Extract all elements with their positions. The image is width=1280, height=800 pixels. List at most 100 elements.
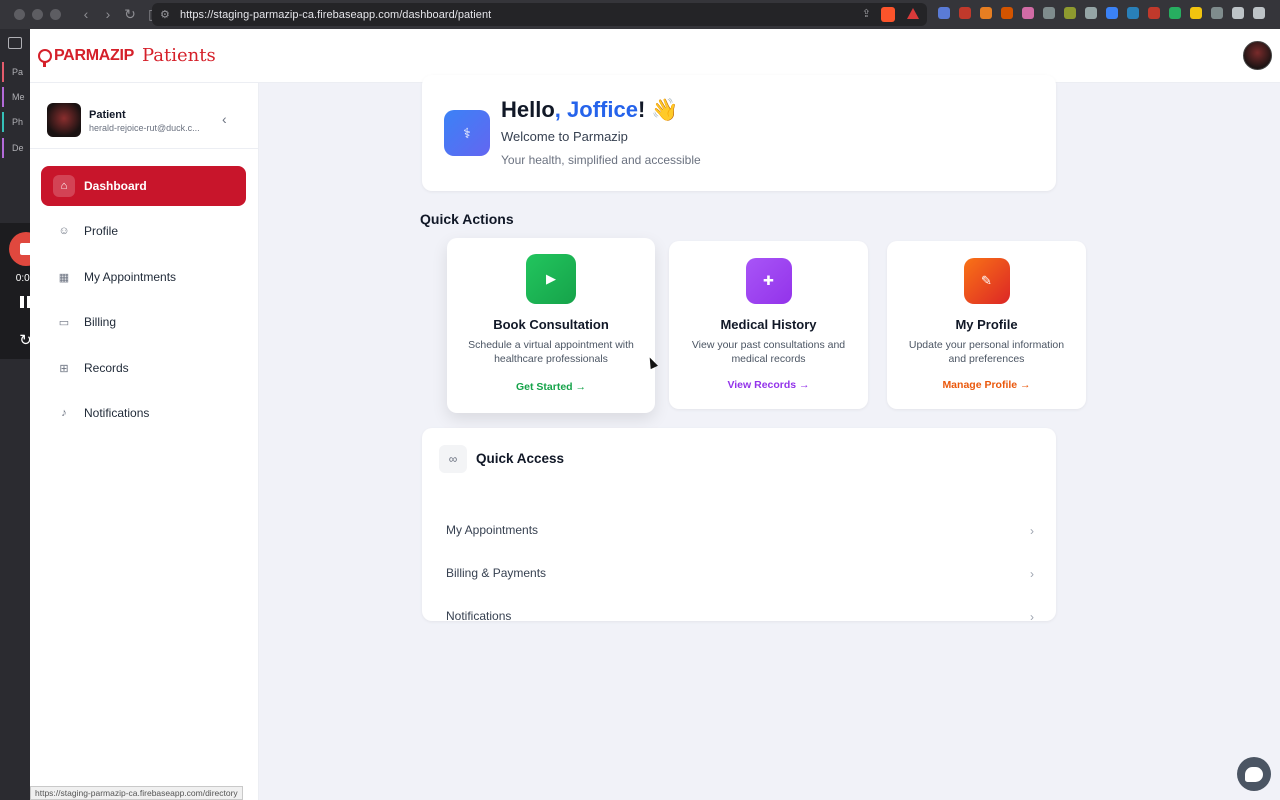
- card-title: Book Consultation: [493, 317, 609, 332]
- stethoscope-icon: [38, 48, 52, 67]
- sidebar-item-appointments[interactable]: ▦ My Appointments: [41, 257, 246, 297]
- calendar-icon: ▦: [58, 271, 70, 284]
- extension-icon[interactable]: [1085, 7, 1097, 19]
- welcome-tagline: Your health, simplified and accessible: [501, 153, 701, 167]
- credit-card-icon: ▭: [58, 316, 70, 329]
- chat-support-button[interactable]: [1237, 757, 1271, 791]
- user-edit-icon: ✎: [963, 258, 1010, 304]
- card-title: My Profile: [955, 317, 1018, 332]
- extension-icon[interactable]: [938, 7, 950, 19]
- link-icon: ∞: [439, 445, 467, 473]
- extension-icon[interactable]: [1106, 7, 1118, 19]
- extension-icon[interactable]: [1064, 7, 1076, 19]
- sidebar-toggle-icon[interactable]: [8, 37, 22, 49]
- site-settings-icon[interactable]: ⚙: [160, 8, 174, 21]
- sidebar-item-profile[interactable]: ☺ Profile: [41, 211, 246, 251]
- chevron-right-icon: ›: [1030, 567, 1034, 581]
- address-bar[interactable]: ⚙ https://staging-parmazip-ca.firebaseap…: [152, 3, 927, 26]
- extension-icon[interactable]: [1001, 7, 1013, 19]
- window-controls[interactable]: [14, 9, 61, 20]
- sidebar: Patient herald-rejoice-rut@duck.c... ‹ ⌂…: [30, 83, 259, 800]
- back-icon[interactable]: ‹: [79, 6, 93, 23]
- chevron-right-icon: ›: [1030, 524, 1034, 538]
- brave-rewards-icon[interactable]: [907, 8, 919, 19]
- vpn-shield-icon[interactable]: [1232, 7, 1244, 19]
- card-description: Update your personal information and pre…: [908, 339, 1065, 365]
- chevron-right-icon: ›: [1030, 610, 1034, 624]
- extensions-bar: [938, 7, 1265, 19]
- wave-emoji: 👋: [651, 97, 679, 122]
- sidebar-item-label: My Appointments: [84, 270, 177, 284]
- sidebar-item-label: Records: [84, 361, 129, 375]
- video-camera-icon: ▶: [526, 254, 576, 304]
- user-icon: ☺: [58, 225, 70, 237]
- card-description: View your past consultations and medical…: [691, 339, 846, 365]
- stethoscope-icon: ⚕: [444, 110, 490, 156]
- status-bar-url: https://staging-parmazip-ca.firebaseapp.…: [30, 786, 243, 800]
- quick-access-notifications[interactable]: Notifications ›: [446, 609, 1034, 629]
- sidebar-item-notifications[interactable]: ♪ Notifications: [41, 393, 246, 433]
- extension-icon[interactable]: [1169, 7, 1181, 19]
- sidebar-item-records[interactable]: ⊞ Records: [41, 348, 246, 388]
- view-records-link[interactable]: View Records →: [669, 379, 868, 391]
- user-email: herald-rejoice-rut@duck.c...: [89, 123, 200, 133]
- extensions-puzzle-icon[interactable]: [1211, 7, 1223, 19]
- quick-access-title: Quick Access: [476, 451, 565, 466]
- parmazip-logo[interactable]: PARMAZIP Patients: [38, 45, 216, 67]
- extension-icon[interactable]: [1043, 7, 1055, 19]
- book-consultation-card[interactable]: ▶ Book Consultation Schedule a virtual a…: [447, 238, 655, 413]
- user-name: Joffice: [567, 97, 638, 122]
- quick-access-label: Notifications: [446, 609, 512, 623]
- brave-shields-icon[interactable]: [881, 7, 895, 22]
- forward-icon[interactable]: ›: [101, 6, 115, 23]
- extension-icon[interactable]: [1127, 7, 1139, 19]
- quick-access-billing[interactable]: Billing & Payments ›: [446, 566, 1034, 586]
- home-icon: ⌂: [53, 175, 75, 197]
- user-role: Patient: [89, 109, 126, 121]
- sidebar-item-label: Profile: [84, 224, 119, 238]
- get-started-link[interactable]: Get Started →: [447, 381, 655, 393]
- sidebar-item-billing[interactable]: ▭ Billing: [41, 302, 246, 342]
- bell-icon: ♪: [61, 407, 67, 419]
- extension-icon[interactable]: [959, 7, 971, 19]
- share-icon[interactable]: ⇪: [862, 7, 871, 20]
- quick-access-card: ∞ Quick Access My Appointments › Billing…: [422, 428, 1056, 624]
- card-description: Schedule a virtual appointment with heal…: [468, 339, 634, 365]
- tab-item[interactable]: De: [2, 138, 28, 158]
- manage-profile-link[interactable]: Manage Profile →: [887, 379, 1086, 391]
- tab-item[interactable]: Ph: [2, 112, 28, 132]
- sidebar-item-dashboard[interactable]: ⌂ Dashboard: [41, 166, 246, 206]
- extension-icon[interactable]: [1022, 7, 1034, 19]
- menu-icon[interactable]: [1253, 7, 1265, 19]
- quick-access-label: Billing & Payments: [446, 566, 547, 580]
- quick-access-label: My Appointments: [446, 523, 539, 537]
- greeting: Hello, Joffice! 👋: [501, 97, 679, 122]
- logo-text: PARMAZIP: [54, 46, 134, 64]
- welcome-subtitle: Welcome to Parmazip: [501, 129, 628, 144]
- extension-icon[interactable]: [1190, 7, 1202, 19]
- sidebar-item-label: Billing: [84, 315, 117, 329]
- reload-icon[interactable]: ↻: [123, 6, 137, 23]
- my-profile-card[interactable]: ✎ My Profile Update your personal inform…: [887, 241, 1086, 409]
- browser-toolbar: ‹ › ↻ ▯ ⚙ https://staging-parmazip-ca.fi…: [0, 0, 1280, 29]
- sidebar-item-label: Notifications: [84, 406, 150, 420]
- profile-avatar[interactable]: [1243, 41, 1272, 70]
- quick-access-appointments[interactable]: My Appointments ›: [446, 523, 1034, 543]
- tab-item[interactable]: Me: [2, 87, 28, 107]
- sidebar-item-label: Dashboard: [84, 179, 147, 193]
- tab-item[interactable]: Pa: [2, 62, 28, 82]
- card-title: Medical History: [720, 317, 817, 332]
- briefcase-icon: ⊞: [59, 362, 69, 375]
- quick-actions-title: Quick Actions: [420, 211, 514, 227]
- extension-icon[interactable]: [1148, 7, 1160, 19]
- user-avatar: [47, 103, 81, 137]
- logo-subtitle: Patients: [141, 45, 216, 66]
- url-text[interactable]: https://staging-parmazip-ca.firebaseapp.…: [180, 9, 491, 21]
- vertical-tab-strip: Pa Me Ph De: [0, 29, 30, 800]
- welcome-card: ⚕ Hello, Joffice! 👋 Welcome to Parmazip …: [422, 75, 1056, 191]
- extension-icon[interactable]: [980, 7, 992, 19]
- document-plus-icon: ✚: [745, 258, 792, 304]
- user-card: Patient herald-rejoice-rut@duck.c... ‹: [30, 83, 259, 149]
- collapse-sidebar-icon[interactable]: ‹: [222, 111, 227, 127]
- medical-history-card[interactable]: ✚ Medical History View your past consult…: [669, 241, 868, 409]
